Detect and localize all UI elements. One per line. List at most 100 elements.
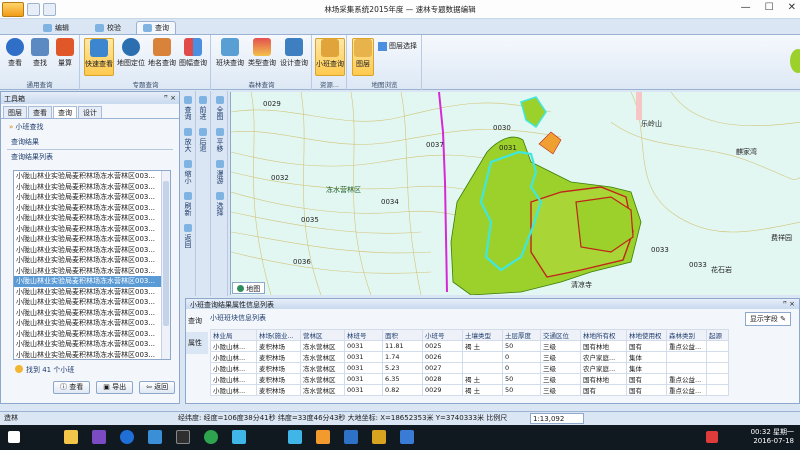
sheet-query-button[interactable]: 图幅查询 <box>178 38 208 76</box>
list-item[interactable]: 小陇山林业实验局麦积林场冻水营林区003... <box>14 287 162 298</box>
notes-icon[interactable] <box>232 430 246 444</box>
tab-validate[interactable]: 校验 <box>88 21 128 34</box>
explorer-icon[interactable] <box>64 430 78 444</box>
export-button[interactable]: ▣ 导出 <box>96 381 134 394</box>
list-item[interactable]: 小陇山林业实验局麦积林场冻水营林区003... <box>14 203 162 214</box>
list-item[interactable]: 小陇山林业实验局麦积林场冻水营林区003... <box>14 245 162 256</box>
mail-icon[interactable] <box>400 430 414 444</box>
parcel-query-button[interactable]: 班块查询 <box>215 38 245 76</box>
strip-zoom-out[interactable]: 缩小 <box>182 157 194 187</box>
ie-icon[interactable] <box>344 430 358 444</box>
subcompartment-query-button[interactable]: 小班查询 <box>315 38 345 76</box>
list-item[interactable]: 小陇山林业实验局麦积林场冻水营林区003... <box>14 234 162 245</box>
column-header[interactable]: 林场(施业... <box>256 329 301 341</box>
placename-query-button[interactable]: 地名查询 <box>147 38 177 76</box>
layers-button[interactable]: 图层 <box>352 38 374 76</box>
view-button[interactable]: 查看 <box>4 38 26 76</box>
table-row[interactable]: 小陇山林... 麦积林场 冻水营林区 0031 5.23 0027 0 三级 农户家庭... 集体 <box>210 362 729 374</box>
list-item[interactable]: 小陇山林业实验局麦积林场冻水营林区003... <box>14 213 162 224</box>
list-item[interactable]: 小陇山林业实验局麦积林场冻水营林区003... <box>14 329 162 340</box>
list-item[interactable]: 小陇山林业实验局麦积林场冻水营林区003... <box>14 276 162 287</box>
table-row[interactable]: 小陇山林... 麦积林场 冻水营林区 0031 11.81 0025 褐 土 50 三级 国有林地… <box>210 340 729 352</box>
map-canvas[interactable]: 0029 0031 0032 0033 0034 0035 0036 0037 … <box>231 92 800 295</box>
scale-input[interactable]: 1:13,092 <box>530 413 584 424</box>
list-item[interactable]: 小陇山林业实验局麦积林场冻水营林区003... <box>14 339 162 350</box>
map-tab[interactable]: 地图 <box>232 282 266 294</box>
column-header[interactable]: 面积 <box>382 329 423 341</box>
strip-zoom-in[interactable]: 放大 <box>182 125 194 155</box>
map-view[interactable]: 0029 0031 0032 0033 0034 0035 0036 0037 … <box>230 92 800 295</box>
layer-select-button[interactable]: 图层选择 <box>378 41 417 51</box>
forestry-app-icon[interactable] <box>372 430 386 444</box>
table-row[interactable]: 小陇山林... 麦积林场 冻水营林区 0031 1.74 0026 0 三级 农户家庭... 集体 <box>210 351 729 363</box>
strip-back[interactable]: 返回 <box>182 221 194 251</box>
find-button[interactable]: 查找 <box>29 38 51 76</box>
design-query-button[interactable]: 设计查询 <box>279 38 309 76</box>
windows-start-icon[interactable] <box>8 431 20 443</box>
column-header[interactable]: 土层厚度 <box>502 329 541 341</box>
side-tab-attr[interactable]: 属性 <box>186 332 208 354</box>
k-app-icon[interactable] <box>120 430 134 444</box>
list-item[interactable]: 小陇山林业实验局麦积林场冻水营林区003... <box>14 255 162 266</box>
minimize-button[interactable]: — <box>741 2 751 13</box>
side-tab-query[interactable]: 查询 <box>186 310 208 332</box>
tab-edit[interactable]: 编辑 <box>36 21 76 34</box>
list-item[interactable]: 小陇山林业实验局麦积林场冻水营林区003... <box>14 192 162 203</box>
list-item[interactable]: 小陇山林业实验局麦积林场冻水营林区003... <box>14 182 162 193</box>
column-header[interactable]: 林班号 <box>344 329 383 341</box>
list-item[interactable]: 小陇山林业实验局麦积林场冻水营林区003... <box>14 318 162 329</box>
terminal-icon[interactable] <box>176 430 190 444</box>
scroll-thumb[interactable] <box>163 181 169 326</box>
type-query-button[interactable]: 类型查询 <box>247 38 277 76</box>
close-button[interactable]: ✕ <box>788 2 796 13</box>
list-item[interactable]: 小陇山林业实验局麦积林场冻水营林区003... <box>14 224 162 235</box>
toolbox-tab-layers[interactable]: 图层 <box>3 106 27 118</box>
list-item[interactable]: 小陇山林业实验局麦积林场冻水营林区003... <box>14 171 162 182</box>
column-header[interactable]: 林地所有权 <box>580 329 627 341</box>
column-header[interactable]: 林业局 <box>210 329 257 341</box>
toolbox-tab-design[interactable]: 设计 <box>78 106 102 118</box>
input-method-icon[interactable] <box>706 431 718 443</box>
list-item[interactable]: 小陇山林业实验局麦积林场冻水营林区003... <box>14 297 162 308</box>
list-scrollbar[interactable] <box>161 171 170 359</box>
folder-icon[interactable] <box>316 430 330 444</box>
strip-roam[interactable]: 漫游 <box>214 157 226 187</box>
map-locate-button[interactable]: 地图定位 <box>116 38 146 76</box>
column-header[interactable]: 小班号 <box>422 329 463 341</box>
attribute-table[interactable]: 林业局 林场(施业... 营林区 林班号 面积 小班号 土壤类型 土层厚度 交通区位 林地所有权林… <box>210 329 729 396</box>
strip-query[interactable]: 查询 <box>182 93 194 123</box>
column-header[interactable]: 森林类别 <box>666 329 707 341</box>
toolbox-tab-query[interactable]: 查询 <box>53 106 77 118</box>
measure-button[interactable]: 量算 <box>54 38 76 76</box>
back-button[interactable]: ⇦ 返回 <box>139 381 176 394</box>
strip-pan[interactable]: 平移 <box>214 125 226 155</box>
table-row[interactable]: 小陇山林... 麦积林场 冻水营林区 0031 6.35 0028 褐 土 50 三级 国有林地国… <box>210 373 729 385</box>
visual-studio-icon[interactable] <box>92 430 106 444</box>
list-item[interactable]: 小陇山林业实验局麦积林场冻水营林区003... <box>14 266 162 277</box>
help-badge[interactable] <box>790 49 800 73</box>
table-row[interactable]: 小陇山林... 麦积林场 冻水营林区 0031 0.82 0029 褐 土 50 三级 国有 国有重… <box>210 384 729 396</box>
toolbox-pin-close[interactable]: ꟸ × <box>164 94 176 102</box>
strip-forward[interactable]: 前进 <box>197 93 209 123</box>
column-header[interactable]: 起源 <box>706 329 729 341</box>
view-result-button[interactable]: ⓘ 查看 <box>53 381 91 394</box>
strip-full-extent[interactable]: 全图 <box>214 93 226 123</box>
strip-backward[interactable]: 后退 <box>197 125 209 155</box>
strip-refresh[interactable]: 刷新 <box>182 189 194 219</box>
results-list[interactable]: 小陇山林业实验局麦积林场冻水营林区003... 小陇山林业实验局麦积林场冻水营林区… <box>13 170 171 360</box>
column-header[interactable]: 土壤类型 <box>462 329 503 341</box>
strip-select[interactable]: 选择 <box>214 189 226 219</box>
maximize-button[interactable]: ☐ <box>765 2 774 13</box>
browser-icon[interactable] <box>204 430 218 444</box>
attr-pin-close[interactable]: ꟸ × <box>783 300 795 308</box>
column-header[interactable]: 营林区 <box>300 329 345 341</box>
quick-view-button[interactable]: 快速查看 <box>84 38 114 76</box>
toolbox-tab-view[interactable]: 查看 <box>28 106 52 118</box>
tab-query[interactable]: 查询 <box>136 21 176 34</box>
show-fields-button[interactable]: 显示字段 ✎ <box>744 312 791 326</box>
column-header[interactable]: 交通区位 <box>540 329 581 341</box>
list-item[interactable]: 小陇山林业实验局麦积林场冻水营林区003... <box>14 350 162 360</box>
list-item[interactable]: 小陇山林业实验局麦积林场冻水营林区003... <box>14 308 162 319</box>
column-header[interactable]: 林地使用权 <box>626 329 667 341</box>
word-icon[interactable] <box>288 430 302 444</box>
